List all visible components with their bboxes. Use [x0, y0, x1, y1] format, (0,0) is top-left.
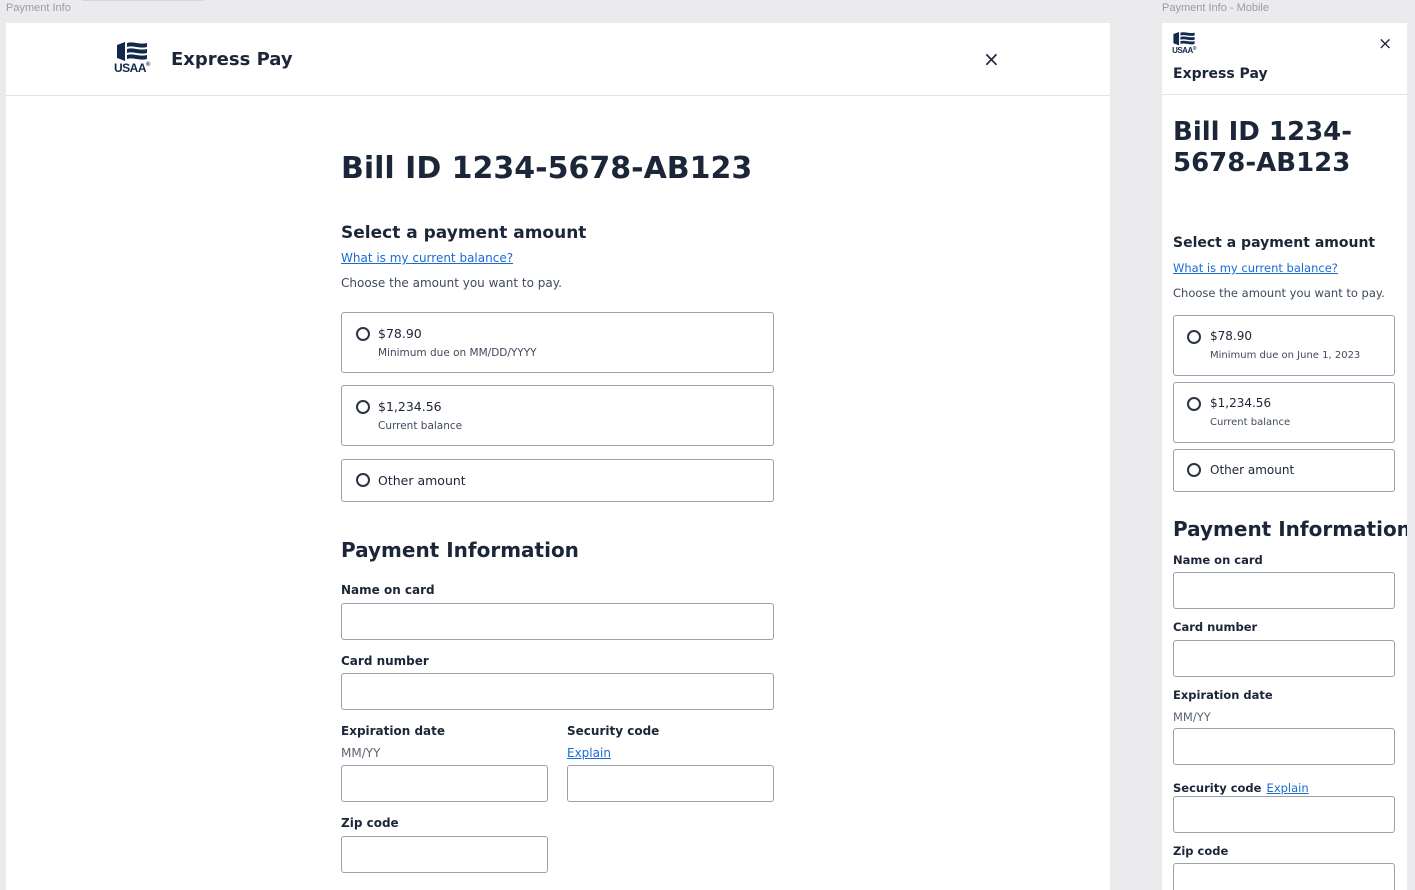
select-amount-heading: Select a payment amount	[341, 223, 587, 243]
card-number-input[interactable]	[341, 673, 774, 710]
option-amount: $78.90	[378, 326, 422, 341]
option-note: Current balance	[378, 420, 463, 432]
option-other[interactable]: Other amount	[341, 459, 774, 502]
choose-text: Choose the amount you want to pay.	[341, 276, 562, 290]
header: USAA® Express Pay ×	[6, 23, 1110, 96]
logo-mark: ®	[146, 62, 150, 68]
balance-link[interactable]: What is my current balance?	[341, 251, 513, 265]
app-title: Express Pay	[171, 49, 293, 70]
option-minimum[interactable]: $78.90 Minimum due on MM/DD/YYYY	[341, 312, 774, 373]
option-note: Minimum due on MM/DD/YYYY	[378, 347, 537, 359]
card-number-label: Card number	[341, 654, 429, 668]
security-code-row: Security code Explain	[1173, 777, 1309, 796]
name-label: Name on card	[341, 583, 435, 597]
security-code-label: Security code	[567, 724, 660, 738]
option-balance[interactable]: $1,234.56 Current balance	[1173, 382, 1395, 443]
bill-title: Bill ID 1234-5678-AB123	[1173, 117, 1353, 178]
option-note: Minimum due on June 1, 2023	[1210, 350, 1361, 361]
logo-mark: ®	[1192, 46, 1197, 52]
security-code-input[interactable]	[567, 765, 774, 802]
security-explain-link[interactable]: Explain	[567, 746, 611, 760]
option-amount: $78.90	[1210, 329, 1252, 343]
name-on-card-input[interactable]	[341, 603, 774, 640]
canvas-tab	[80, 0, 205, 1]
option-amount: $1,234.56	[378, 399, 442, 414]
name-on-card-input[interactable]	[1173, 572, 1395, 609]
security-code-input[interactable]	[1173, 796, 1395, 833]
close-icon[interactable]: ×	[983, 49, 1000, 69]
select-amount-heading: Select a payment amount	[1173, 235, 1376, 251]
option-amount: Other amount	[1210, 463, 1295, 477]
expiration-hint: MM/YY	[341, 746, 381, 760]
payment-info-heading: Payment Information	[341, 538, 579, 562]
radio-balance[interactable]	[1187, 397, 1201, 411]
card-number-label: Card number	[1173, 620, 1258, 634]
option-other[interactable]: Other amount	[1173, 449, 1395, 492]
option-amount: $1,234.56	[1210, 396, 1272, 410]
zip-label: Zip code	[1173, 844, 1229, 858]
frame-label-desktop: Payment Info	[6, 2, 71, 14]
zip-code-input[interactable]	[341, 836, 548, 873]
radio-minimum[interactable]	[356, 327, 370, 341]
security-code-label: Security code	[1173, 781, 1262, 795]
expiration-label: Expiration date	[1173, 688, 1273, 702]
zip-label: Zip code	[341, 816, 399, 830]
option-minimum[interactable]: $78.90 Minimum due on June 1, 2023	[1173, 315, 1395, 376]
usaa-logo: USAA®	[1172, 31, 1196, 55]
option-balance[interactable]: $1,234.56 Current balance	[341, 385, 774, 446]
name-label: Name on card	[1173, 553, 1263, 567]
app-title: Express Pay	[1173, 66, 1268, 82]
mobile-frame: USAA® Express Pay × Bill ID 1234-5678-AB…	[1162, 23, 1407, 890]
expiration-input[interactable]	[341, 765, 548, 802]
logo-text: USAA	[114, 61, 147, 75]
expiration-label: Expiration date	[341, 724, 446, 738]
balance-link[interactable]: What is my current balance?	[1173, 261, 1338, 275]
frame-label-mobile: Payment Info - Mobile	[1162, 2, 1269, 14]
mobile-header: USAA® Express Pay ×	[1162, 23, 1407, 95]
expiration-input[interactable]	[1173, 728, 1395, 765]
radio-minimum[interactable]	[1187, 330, 1201, 344]
option-note: Current balance	[1210, 417, 1291, 428]
security-explain-link[interactable]: Explain	[1267, 781, 1309, 795]
card-number-input[interactable]	[1173, 640, 1395, 677]
usaa-logo: USAA®	[114, 41, 150, 74]
desktop-frame: USAA® Express Pay × Bill ID 1234-5678-AB…	[6, 23, 1110, 890]
expiration-hint: MM/YY	[1173, 710, 1211, 724]
bill-title: Bill ID 1234-5678-AB123	[341, 151, 753, 186]
radio-other[interactable]	[1187, 463, 1201, 477]
eagle-icon	[116, 42, 147, 61]
option-amount: Other amount	[378, 473, 466, 488]
close-icon[interactable]: ×	[1378, 36, 1392, 53]
logo-text: USAA	[1172, 46, 1193, 55]
choose-text: Choose the amount you want to pay.	[1173, 286, 1385, 300]
eagle-icon	[1173, 31, 1195, 46]
radio-other[interactable]	[356, 473, 370, 487]
zip-code-input[interactable]	[1173, 863, 1395, 890]
payment-info-heading: Payment Information	[1173, 517, 1407, 541]
radio-balance[interactable]	[356, 400, 370, 414]
